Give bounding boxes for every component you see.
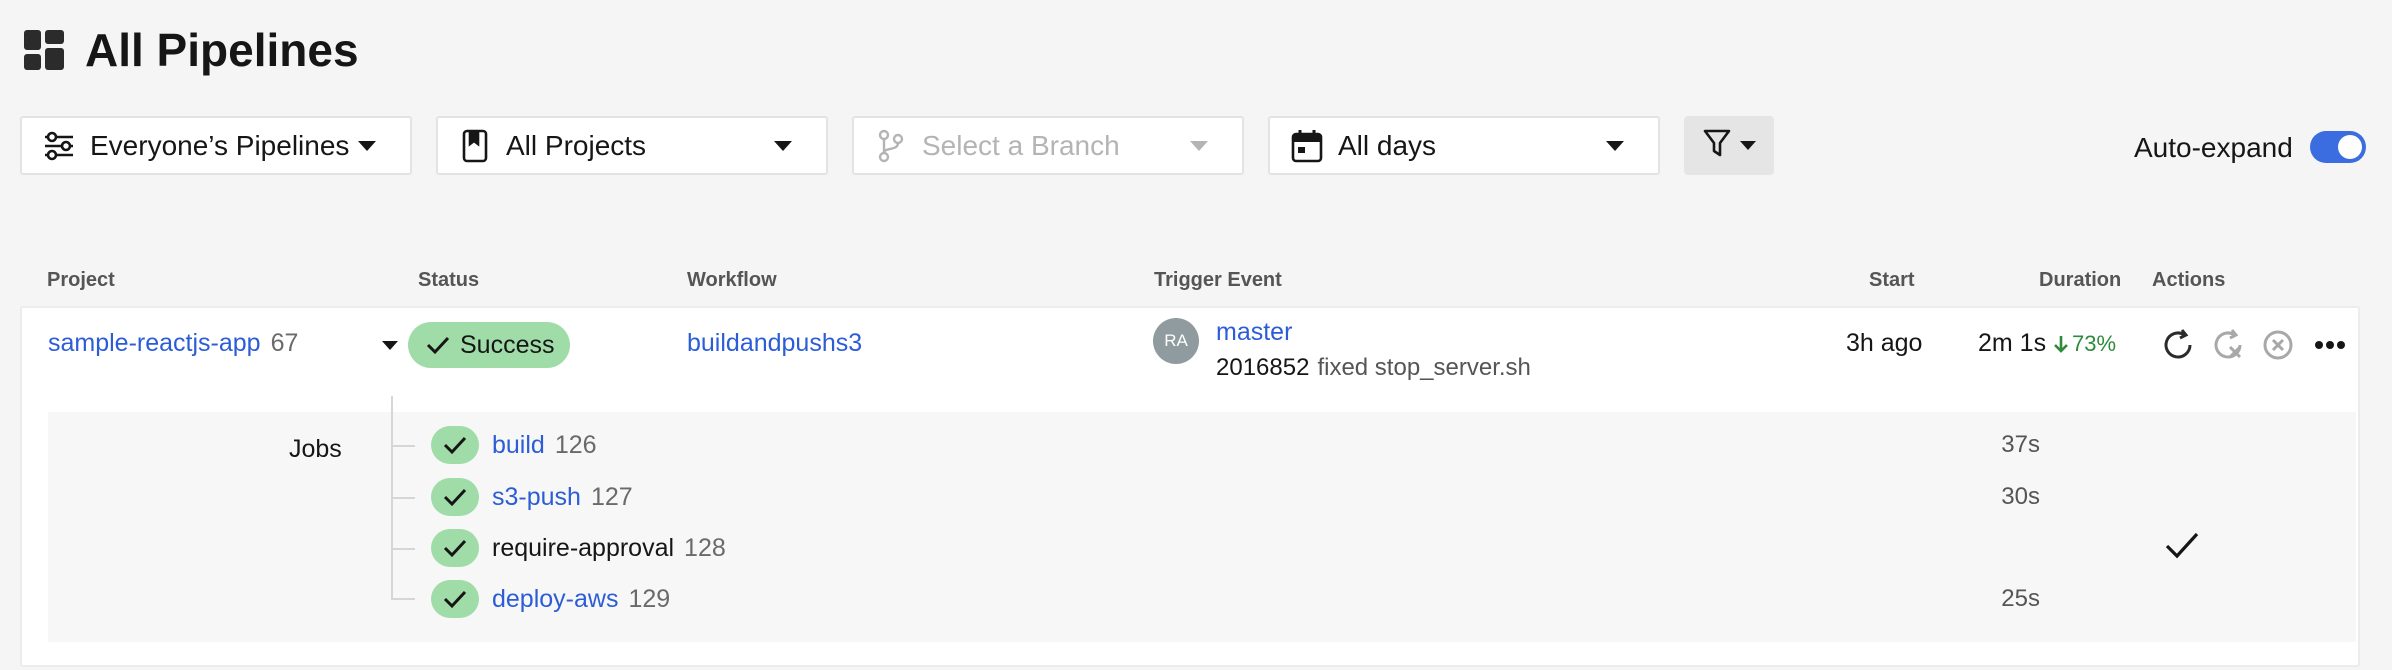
commit-sha[interactable]: 2016852 [1216, 354, 1309, 381]
pipelines-sliders-icon [42, 129, 76, 163]
job-status-success[interactable] [431, 426, 479, 464]
job-item: s3-push 127 [492, 481, 633, 513]
check-icon [426, 336, 450, 355]
job-status-success[interactable] [431, 529, 479, 567]
chevron-down-icon [358, 141, 376, 151]
days-filter-label: All days [1338, 129, 1437, 161]
jobs-label: Jobs [289, 435, 342, 463]
git-branch-icon [874, 129, 908, 163]
auto-expand-label: Auto-expand [2134, 132, 2293, 163]
rerun-failed-icon [2214, 329, 2242, 359]
rerun-icon [2164, 329, 2192, 359]
chevron-down-icon [1190, 141, 1208, 151]
job-link[interactable]: build [492, 431, 545, 459]
avatar: RA [1153, 318, 1199, 364]
job-status-success[interactable] [431, 478, 479, 516]
job-item: build 126 [492, 429, 597, 461]
job-duration: 37s [2001, 431, 2040, 458]
branch-link[interactable]: master [1216, 316, 1292, 348]
auto-expand-toggle[interactable] [2310, 131, 2366, 163]
workflow-link[interactable]: buildandpushs3 [687, 327, 862, 359]
projects-filter-label: All Projects [506, 129, 647, 161]
page-title: All Pipelines [85, 24, 359, 76]
jobs-tree-branch [391, 497, 415, 499]
column-header-duration: Duration [2039, 269, 2122, 291]
toggle-knob [2338, 135, 2362, 159]
status-badge-label: Success [460, 330, 555, 359]
job-name-label: require-approval [492, 534, 675, 562]
branch-filter-dropdown[interactable]: Select a Branch [852, 116, 1244, 175]
calendar-icon [1290, 129, 1324, 163]
check-icon [443, 539, 467, 558]
more-actions-button[interactable] [2310, 325, 2350, 365]
job-duration: 30s [2001, 483, 2040, 510]
chevron-down-icon [774, 141, 792, 151]
pipeline-project: sample-reactjs-app 67 [48, 327, 298, 359]
advanced-filter-button[interactable] [1684, 116, 1774, 175]
bookmark-icon [458, 129, 492, 163]
jobs-tree-branch [391, 445, 415, 447]
job-duration: 25s [2001, 585, 2040, 612]
chevron-down-icon [1740, 141, 1756, 150]
job-number: 128 [684, 534, 726, 562]
expand-caret-icon[interactable] [382, 341, 398, 350]
column-header-actions: Actions [2152, 269, 2226, 291]
check-icon [443, 488, 467, 507]
days-filter-dropdown[interactable]: All days [1268, 116, 1660, 175]
job-link[interactable]: deploy-aws [492, 585, 618, 613]
job-item: deploy-aws 129 [492, 583, 670, 615]
job-link[interactable]: s3-push [492, 483, 581, 511]
rerun-button[interactable] [2158, 325, 2198, 365]
filter-funnel-icon [1702, 127, 1732, 164]
check-icon [443, 590, 467, 609]
column-header-trigger-event: Trigger Event [1154, 269, 1282, 291]
check-icon [443, 436, 467, 455]
job-item: require-approval 128 [492, 532, 726, 564]
commit-info: 2016852 fixed stop_server.sh [1216, 352, 1531, 384]
approved-check-icon [2164, 530, 2200, 567]
projects-filter-dropdown[interactable]: All Projects [436, 116, 828, 175]
pipelines-filter-label: Everyone’s Pipelines [90, 129, 350, 161]
column-header-project: Project [47, 269, 115, 291]
rerun-failed-button[interactable] [2208, 325, 2248, 365]
job-number: 126 [554, 431, 597, 459]
duration-change: 73% [2054, 329, 2116, 359]
project-link[interactable]: sample-reactjs-app [48, 329, 261, 357]
pipeline-number: 67 [270, 329, 299, 357]
arrow-down-icon [2054, 336, 2068, 353]
pipelines-filter-dropdown[interactable]: Everyone’s Pipelines [20, 116, 412, 175]
pipeline-start: 3h ago [1846, 329, 1923, 357]
pipeline-duration: 2m 1s [1978, 329, 2047, 357]
branch-filter-placeholder: Select a Branch [922, 129, 1120, 161]
chevron-down-icon [1606, 141, 1624, 151]
job-number: 127 [590, 483, 633, 511]
dashboard-grid-icon [24, 30, 64, 70]
column-header-start: Start [1869, 269, 1915, 291]
column-header-workflow: Workflow [687, 269, 777, 291]
jobs-tree-branch [391, 548, 415, 550]
job-status-success[interactable] [431, 580, 479, 618]
commit-message: fixed stop_server.sh [1317, 354, 1531, 381]
duration-change-value: 73% [2072, 331, 2117, 356]
job-number: 129 [628, 585, 671, 613]
cancel-circle-icon [2263, 330, 2293, 360]
jobs-tree-branch [391, 598, 415, 600]
cancel-button[interactable] [2258, 325, 2298, 365]
status-badge[interactable]: Success [408, 322, 570, 368]
more-dots-icon [2315, 341, 2345, 349]
column-header-status: Status [418, 269, 480, 291]
